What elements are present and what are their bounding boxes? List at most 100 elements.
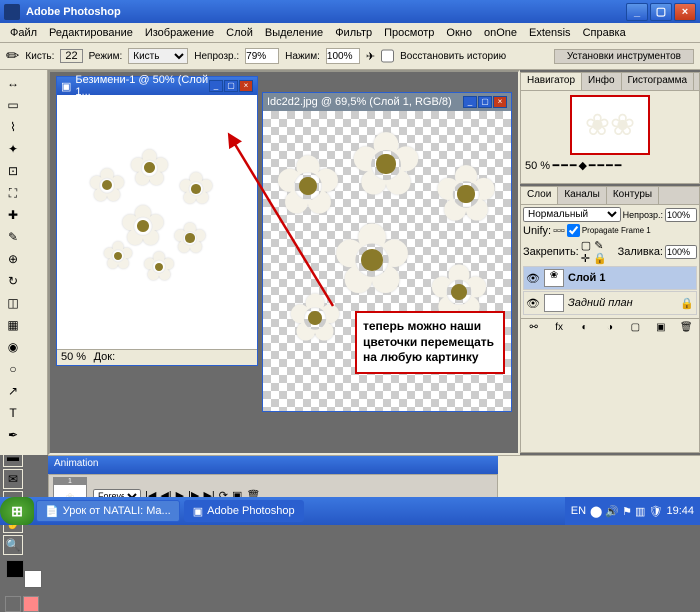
menu-file[interactable]: Файл xyxy=(4,27,43,39)
menu-onone[interactable]: onOne xyxy=(478,27,523,39)
brush-preset-icon[interactable]: ✏ xyxy=(6,46,19,66)
minimize-button[interactable]: _ xyxy=(626,3,648,21)
start-button[interactable]: ⊞ xyxy=(0,497,34,525)
lang-indicator[interactable]: EN xyxy=(571,505,586,517)
annotation-box: теперь можно наши цветочки перемещать на… xyxy=(355,311,505,374)
notes-tool[interactable]: ✉ xyxy=(3,469,23,489)
blend-mode-select[interactable]: Нормальный xyxy=(523,207,621,222)
system-tray[interactable]: EN ⬤ 🔊 ⚑ ▥ 🛡 19:44 xyxy=(565,497,700,525)
lasso-tool[interactable]: ⌇ xyxy=(3,117,23,137)
blur-tool[interactable]: ◉ xyxy=(3,337,23,357)
fill-input[interactable] xyxy=(665,245,697,259)
pen-tool[interactable]: ✒ xyxy=(3,425,23,445)
doc1-close[interactable]: × xyxy=(239,80,253,92)
trash-icon[interactable]: 🗑 xyxy=(679,322,693,336)
tab-paths[interactable]: Контуры xyxy=(607,187,659,204)
heal-tool[interactable]: ✚ xyxy=(3,205,23,225)
doc2-min[interactable]: _ xyxy=(463,96,477,108)
slice-tool[interactable]: ⛶ xyxy=(3,183,23,203)
layer-name[interactable]: Задний план xyxy=(568,297,633,309)
propagate-check[interactable] xyxy=(567,224,580,237)
adjustment-icon[interactable]: ◑ xyxy=(603,322,617,336)
layer-bottom-controls: ⚯ fx ◐ ◑ ▢ ▣ 🗑 xyxy=(521,318,699,339)
menu-view[interactable]: Просмотр xyxy=(378,27,440,39)
history-brush-tool[interactable]: ↻ xyxy=(3,271,23,291)
menu-extensis[interactable]: Extensis xyxy=(523,27,577,39)
layer-thumb: ❀ xyxy=(544,269,564,287)
mask-icon[interactable]: ◐ xyxy=(578,322,592,336)
taskbar-item-2[interactable]: ▣Adobe Photoshop xyxy=(184,500,304,522)
doc1-max[interactable]: ▢ xyxy=(224,80,238,92)
doc2-titlebar[interactable]: Idc2d2.jpg @ 69,5% (Слой 1, RGB/8) _▢× xyxy=(263,93,511,111)
tab-channels[interactable]: Каналы xyxy=(558,187,607,204)
zoom-tool[interactable]: 🔍 xyxy=(3,535,23,555)
lock-icons[interactable]: ▢ ✎ ✛ 🔒 xyxy=(581,239,616,265)
doc2-title: Idc2d2.jpg @ 69,5% (Слой 1, RGB/8) xyxy=(267,96,452,108)
shape-tool[interactable]: ▬ xyxy=(3,447,23,467)
tab-layers[interactable]: Слои xyxy=(521,187,558,204)
tab-histogram[interactable]: Гистограмма xyxy=(622,73,695,90)
doc1-min[interactable]: _ xyxy=(209,80,223,92)
document-window-2[interactable]: Idc2d2.jpg @ 69,5% (Слой 1, RGB/8) _▢× т… xyxy=(262,92,512,412)
new-layer-icon[interactable]: ▣ xyxy=(654,322,668,336)
doc2-close[interactable]: × xyxy=(493,96,507,108)
install-presets-button[interactable]: Установки инструментов xyxy=(554,49,694,64)
app-icon xyxy=(4,4,20,20)
brush-tool[interactable]: ✎ xyxy=(3,227,23,247)
menu-layer[interactable]: Слой xyxy=(220,27,259,39)
mode-select[interactable]: Кисть xyxy=(128,48,188,64)
opacity-label: Непрозр.: xyxy=(194,51,239,62)
folder-icon[interactable]: ▢ xyxy=(628,322,642,336)
menu-help[interactable]: Справка xyxy=(577,27,632,39)
menu-edit[interactable]: Редактирование xyxy=(43,27,139,39)
flow-input[interactable] xyxy=(326,48,360,64)
type-tool[interactable]: T xyxy=(3,403,23,423)
animation-title[interactable]: Animation xyxy=(48,456,498,474)
wand-tool[interactable]: ✦ xyxy=(3,139,23,159)
doc1-titlebar[interactable]: ▣ Безимени-1 @ 50% (Слой 1... _▢× xyxy=(57,77,257,95)
tab-navigator[interactable]: Навигатор xyxy=(521,73,582,90)
fx-icon[interactable]: fx xyxy=(552,322,566,336)
dodge-tool[interactable]: ○ xyxy=(3,359,23,379)
layer-name[interactable]: Слой 1 xyxy=(568,272,605,284)
doc2-canvas[interactable]: теперь можно наши цветочки перемещать на… xyxy=(263,111,511,411)
propagate-label: Propagate Frame 1 xyxy=(582,226,651,235)
layer-row-1[interactable]: 👁 ❀ Слой 1 xyxy=(523,266,697,290)
gradient-tool[interactable]: ▦ xyxy=(3,315,23,335)
menu-image[interactable]: Изображение xyxy=(139,27,220,39)
taskbar-item-1[interactable]: 📄Урок от NATALI: Ma... xyxy=(36,500,180,522)
layer-opacity-input[interactable] xyxy=(665,208,697,222)
history-checkbox[interactable] xyxy=(381,48,394,64)
link-icon[interactable]: ⚯ xyxy=(527,322,541,336)
visibility-icon[interactable]: 👁 xyxy=(526,297,540,310)
close-button[interactable]: × xyxy=(674,3,696,21)
airbrush-icon[interactable]: ✈ xyxy=(366,50,375,63)
visibility-icon[interactable]: 👁 xyxy=(526,272,540,285)
menu-select[interactable]: Выделение xyxy=(259,27,329,39)
options-bar: ✏ Кисть: 22 Режим: Кисть Непрозр.: Нажим… xyxy=(0,43,700,70)
unify-icons[interactable]: ▫▫▫ xyxy=(553,225,565,237)
lock-icon: 🔒 xyxy=(680,297,694,310)
clock[interactable]: 19:44 xyxy=(666,505,694,517)
maximize-button[interactable]: ▢ xyxy=(650,3,672,21)
marquee-tool[interactable]: ▭ xyxy=(3,95,23,115)
eraser-tool[interactable]: ◫ xyxy=(3,293,23,313)
path-tool[interactable]: ↗ xyxy=(3,381,23,401)
unify-label: Unify: xyxy=(523,225,551,237)
color-swatch[interactable] xyxy=(6,560,42,588)
menu-window[interactable]: Окно xyxy=(440,27,478,39)
quickmask-toggle[interactable] xyxy=(2,596,42,612)
layer-row-bg[interactable]: 👁 Задний план 🔒 xyxy=(523,291,697,315)
tab-info[interactable]: Инфо xyxy=(582,73,622,90)
nav-zoom[interactable]: 50 % xyxy=(525,160,550,172)
menu-filter[interactable]: Фильтр xyxy=(329,27,378,39)
move-tool[interactable]: ↔ xyxy=(3,73,23,93)
opacity-input[interactable] xyxy=(245,48,279,64)
brush-size[interactable]: 22 xyxy=(60,49,82,63)
tray-icons[interactable]: ⬤ 🔊 ⚑ ▥ 🛡 xyxy=(590,505,662,518)
stamp-tool[interactable]: ⊕ xyxy=(3,249,23,269)
navigator-thumbnail[interactable]: ❀❀ xyxy=(570,95,650,155)
doc2-max[interactable]: ▢ xyxy=(478,96,492,108)
crop-tool[interactable]: ⊡ xyxy=(3,161,23,181)
layers-panel: СлоиКаналыКонтуры Нормальный Непрозр.: U… xyxy=(520,186,700,453)
